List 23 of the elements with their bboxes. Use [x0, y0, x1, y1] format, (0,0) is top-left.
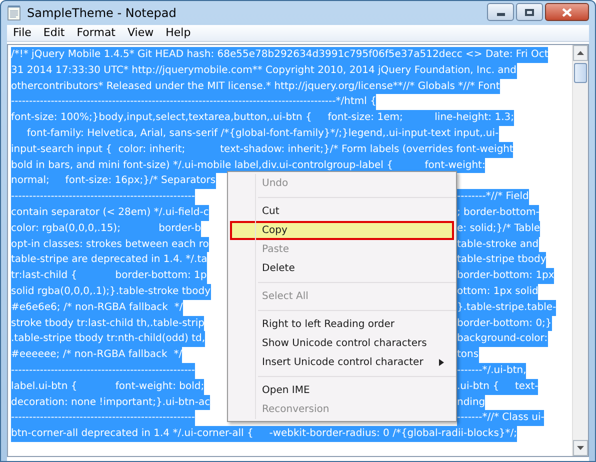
close-icon — [562, 8, 572, 16]
menu-bar-item[interactable]: File — [9, 24, 36, 42]
scroll-down-icon[interactable] — [577, 446, 584, 450]
notepad-icon — [7, 5, 21, 21]
close-button[interactable] — [545, 3, 589, 21]
menu-bar-item[interactable]: Help — [162, 24, 195, 42]
context-menu-item[interactable]: Insert Unicode control character — [230, 353, 454, 372]
minimize-button[interactable] — [487, 3, 514, 21]
context-menu-item[interactable]: Show Unicode control characters — [230, 334, 454, 353]
context-menu-item[interactable]: Delete — [230, 259, 454, 278]
scroll-up-icon[interactable] — [577, 51, 584, 55]
menu-bar-item[interactable]: View — [124, 24, 158, 42]
submenu-arrow-icon — [439, 359, 444, 366]
maximize-button[interactable] — [516, 3, 543, 21]
scroll-thumb[interactable] — [574, 63, 587, 83]
context-menu-item[interactable]: Copy — [230, 221, 454, 240]
window-title: SampleTheme - Notepad — [27, 5, 178, 22]
context-menu-item[interactable]: Right to left Reading order — [230, 315, 454, 334]
context-menu-item[interactable]: Open IME — [230, 381, 454, 400]
vertical-scrollbar[interactable] — [572, 45, 588, 456]
menu-bar-item[interactable]: Edit — [39, 24, 69, 42]
menu-bar-item[interactable]: Format — [72, 24, 120, 42]
context-menu-item[interactable]: Cut — [230, 202, 454, 221]
